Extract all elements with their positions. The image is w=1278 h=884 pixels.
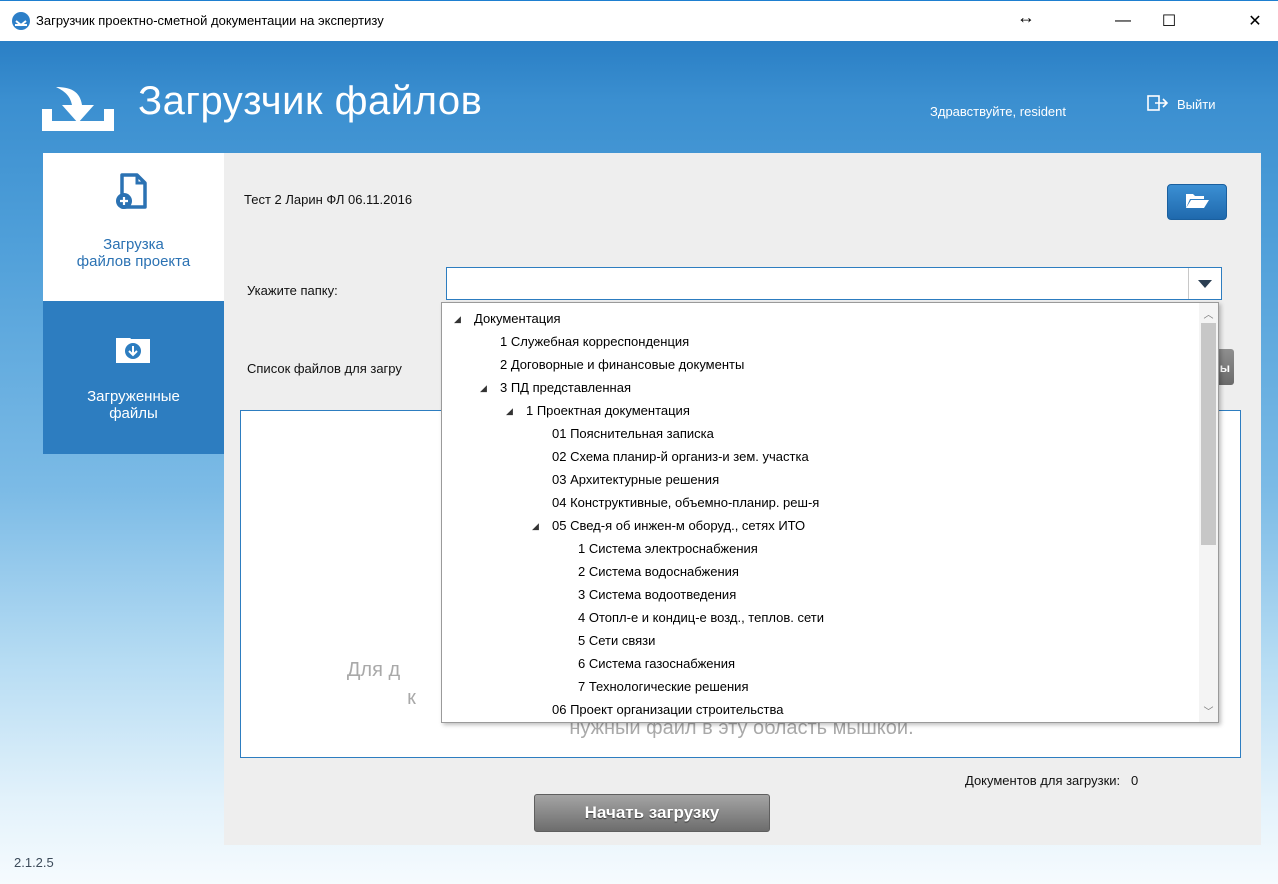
tree-scrollbar[interactable]: ︿ ﹀	[1199, 303, 1218, 722]
resize-icon[interactable]: ↔	[1017, 7, 1035, 28]
tree-item[interactable]: 3 Система водоотведения	[578, 584, 736, 606]
scroll-up-icon[interactable]: ︿	[1199, 306, 1218, 321]
tree-item[interactable]: 07 Проект орг. работ по снос/демонтажу	[552, 722, 795, 723]
documents-count-value: 0	[1130, 773, 1139, 788]
add-file-icon	[113, 171, 153, 211]
tree-item-label: 7 Технологические решения	[578, 679, 749, 694]
scroll-down-icon[interactable]: ﹀	[1199, 703, 1218, 718]
tree-item[interactable]: ◢ 1 Проектная документация	[506, 400, 690, 422]
nav-upload-label: Загрузка файлов проекта	[76, 236, 191, 270]
download-folder-icon	[113, 329, 153, 369]
tree-item[interactable]: 2 Договорные и финансовые документы	[500, 354, 744, 376]
nav-loaded-files[interactable]: Загруженные файлы	[43, 301, 224, 454]
folder-open-icon	[1184, 190, 1210, 215]
tree-item-label: 02 Схема планир-й организ-и зем. участка	[552, 449, 809, 464]
tree-item[interactable]: 02 Схема планир-й организ-и зем. участка	[552, 446, 809, 468]
folder-tree-dropdown[interactable]: ◢ Документация 1 Служебная корреспонденция…	[441, 302, 1219, 723]
expanded-arrow-icon[interactable]: ◢	[480, 377, 487, 399]
close-button[interactable]: ✕	[1232, 1, 1278, 41]
tree-item-label: 5 Сети связи	[578, 633, 656, 648]
minimize-button[interactable]: —	[1100, 1, 1146, 41]
tree-item-label: 3 Система водоотведения	[578, 587, 737, 602]
nav-upload-project-files[interactable]: Загрузка файлов проекта	[43, 153, 224, 301]
app-version: 2.1.2.5	[14, 855, 54, 870]
tree-item[interactable]: 5 Сети связи	[578, 630, 655, 652]
tree-item[interactable]: 06 Проект организации строительства	[552, 699, 783, 721]
tree-item-label: 04 Конструктивные, объемно-планир. реш-я	[552, 495, 820, 510]
title-bar: Загрузчик проектно-сметной документации …	[0, 1, 1278, 41]
tree-item-label: 03 Архитектурные решения	[552, 472, 720, 487]
documents-count-label: Документов для загрузки:	[965, 773, 1121, 788]
logout-icon	[1147, 95, 1169, 114]
tree-item-label: Документация	[474, 311, 561, 326]
window-title: Загрузчик проектно-сметной документации …	[36, 13, 384, 28]
tree-item[interactable]: 7 Технологические решения	[578, 676, 748, 698]
tree-item-label: 6 Система газоснабжения	[578, 656, 736, 671]
maximize-button[interactable]: ☐	[1146, 1, 1192, 41]
folder-label: Укажите папку:	[247, 283, 338, 298]
tree-item-label: 01 Пояснительная записка	[552, 426, 714, 441]
tree-item-label: 2 Система водоснабжения	[578, 564, 739, 579]
project-name: Тест 2 Ларин ФЛ 06.11.2016	[244, 192, 413, 207]
file-list-label: Список файлов для загру	[247, 361, 402, 376]
open-folder-button[interactable]	[1167, 184, 1227, 220]
download-logo-icon	[40, 83, 116, 138]
tree-item[interactable]: 2 Система водоснабжения	[578, 561, 739, 583]
tree-item-label: 1 Служебная корреспонденция	[500, 334, 690, 349]
start-upload-button[interactable]: Начать загрузку	[534, 794, 770, 832]
folder-select[interactable]	[446, 267, 1222, 300]
tree-item-label: 1 Система электроснабжения	[578, 541, 758, 556]
expanded-arrow-icon[interactable]: ◢	[532, 515, 539, 537]
tree-item[interactable]: 01 Пояснительная записка	[552, 423, 714, 445]
app-logo-title: Загрузчик файлов	[138, 79, 483, 123]
tree-item[interactable]: 1 Система электроснабжения	[578, 538, 758, 560]
user-greeting: Здравствуйте, resident	[930, 104, 1067, 119]
tree-item[interactable]: ◢ Документация	[454, 308, 561, 330]
scrollbar-thumb[interactable]	[1201, 323, 1216, 545]
tree-item-label: 3 ПД представленная	[500, 380, 631, 395]
tree-item[interactable]: 03 Архитектурные решения	[552, 469, 719, 491]
tree-item-label: 05 Свед-я об инжен-м оборуд., сетях ИТО	[552, 518, 806, 533]
logout-button[interactable]: Выйти	[1147, 95, 1216, 114]
tree-item-label: 1 Проектная документация	[526, 403, 690, 418]
tree-item-label: 2 Договорные и финансовые документы	[500, 357, 745, 372]
tree-item-label: 06 Проект организации строительства	[552, 702, 784, 717]
tree-item[interactable]: ◢ 05 Свед-я об инжен-м оборуд., сетях ИТО	[532, 515, 806, 537]
chevron-down-icon[interactable]	[1188, 268, 1221, 299]
nav-loaded-label: Загруженные файлы	[87, 388, 180, 422]
expanded-arrow-icon[interactable]: ◢	[454, 308, 461, 330]
tree-item[interactable]: 4 Отопл-е и кондиц-е возд., теплов. сети	[578, 607, 824, 629]
tree-item[interactable]: 6 Система газоснабжения	[578, 653, 735, 675]
expanded-arrow-icon[interactable]: ◢	[506, 400, 513, 422]
tree-item[interactable]: ◢ 3 ПД представленная	[480, 377, 631, 399]
app-icon	[12, 12, 30, 30]
documents-count: Документов для загрузки: 0	[965, 773, 1138, 788]
tree-item[interactable]: 1 Служебная корреспонденция	[500, 331, 689, 353]
tree-item[interactable]: 04 Конструктивные, объемно-планир. реш-я	[552, 492, 819, 514]
tree-item-label: 4 Отопл-е и кондиц-е возд., теплов. сети	[578, 610, 824, 625]
logout-label: Выйти	[1177, 97, 1216, 112]
